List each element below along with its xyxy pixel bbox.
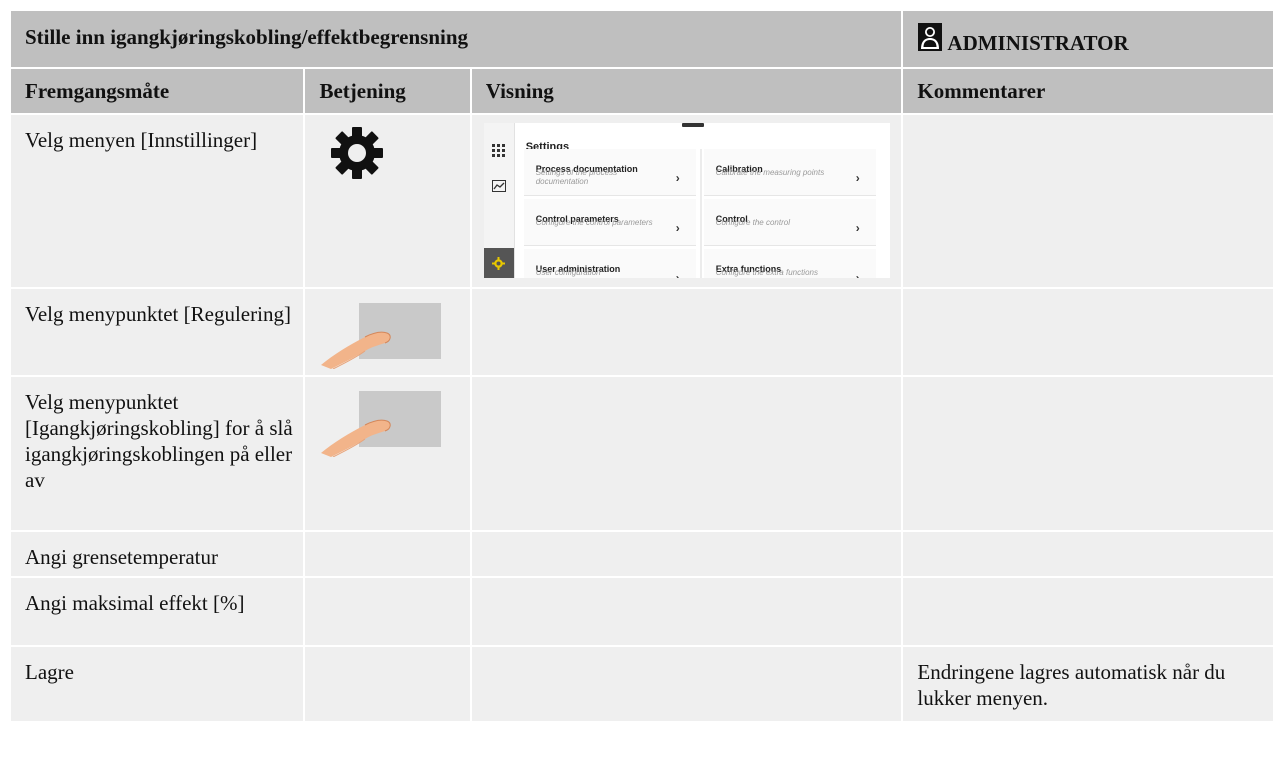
chevron-right-icon: › — [675, 171, 680, 185]
step-text: Angi grensetemperatur — [25, 545, 219, 569]
column-header-operation: Betjening — [319, 79, 406, 103]
column-header-comments: Kommentarer — [917, 79, 1046, 103]
column-header-procedure: Fremgangsmåte — [25, 79, 170, 103]
chevron-right-icon: › — [675, 221, 680, 235]
settings-gear-icon — [483, 248, 514, 278]
comment-text — [903, 115, 1273, 127]
chevron-right-icon: › — [675, 271, 680, 278]
title-row: Stille inn igangkjøringskobling/effektbe… — [11, 11, 1273, 67]
tile-subtitle: Settings of the process documentation — [535, 168, 618, 186]
table-row: Velg menypunktet [Igangkjøringskobling] … — [11, 377, 1273, 530]
tile-user-administration: User administration User configuration › — [523, 249, 696, 278]
chevron-right-icon: › — [855, 221, 860, 235]
tile-control-parameters: Control parameters Configure the control… — [523, 199, 696, 246]
tile-control: Control Configure the control › — [703, 199, 876, 246]
comment-text — [903, 578, 1273, 590]
gear-icon — [331, 127, 384, 179]
instruction-table: Stille inn igangkjøringskobling/effektbe… — [9, 9, 1275, 723]
table-row: Velg menypunktet [Regulering] — [11, 289, 1273, 375]
finger-tap-icon — [321, 391, 442, 458]
settings-screenshot: Settings Process documentation Settings … — [483, 123, 890, 278]
column-header-display: Visning — [485, 79, 554, 103]
chevron-right-icon: › — [855, 171, 860, 185]
comment-text — [903, 532, 1273, 544]
screenshot-sidebar — [483, 123, 515, 278]
tile-subtitle: Configure the control parameters — [535, 218, 653, 227]
apps-grid-icon — [484, 135, 514, 165]
role-cell: ADMINISTRATOR — [903, 11, 1273, 67]
tile-extra-functions: Extra functions Configure the extra func… — [703, 249, 876, 278]
tile-subtitle: Configure the control — [715, 218, 790, 227]
comment-text — [903, 377, 1273, 389]
user-role-icon — [918, 23, 943, 51]
column-header-row: Fremgangsmåte Betjening Visning Kommenta… — [11, 69, 1273, 113]
comment-text — [903, 289, 1273, 301]
step-text: Velg menyen [Innstillinger] — [25, 128, 258, 152]
instruction-page: Stille inn igangkjøringskobling/effektbe… — [9, 9, 1275, 723]
step-text: Velg menypunktet [Igangkjøringskobling] … — [25, 390, 293, 492]
finger-tap-icon — [321, 303, 442, 370]
title-cell: Stille inn igangkjøringskobling/effektbe… — [11, 11, 902, 67]
step-text: Velg menypunktet [Regulering] — [25, 302, 291, 326]
step-text: Angi maksimal effekt [%] — [25, 591, 245, 615]
tile-subtitle: Calibrate the measuring points — [715, 168, 825, 177]
tile-subtitle: User configuration — [535, 268, 601, 277]
chevron-right-icon: › — [855, 271, 860, 278]
table-row: Angi maksimal effekt [%] — [11, 578, 1273, 645]
step-text: Lagre — [25, 660, 74, 684]
tile-divider — [699, 149, 702, 278]
screenshot-top-handle — [681, 123, 704, 127]
table-row: Angi grensetemperatur — [11, 532, 1273, 576]
tile-calibration: Calibration Calibrate the measuring poin… — [703, 149, 876, 196]
chart-icon — [484, 171, 514, 201]
page-title: Stille inn igangkjøringskobling/effektbe… — [25, 25, 469, 49]
comment-text: Endringene lagres automatisk når du lukk… — [917, 660, 1226, 710]
tile-subtitle: Configure the extra functions — [715, 268, 818, 277]
table-row: Velg menyen [Innstillinger] Settings Pro… — [11, 115, 1273, 287]
tile-process-documentation: Process documentation Settings of the pr… — [523, 149, 696, 196]
table-row: Lagre Endringene lagres automatisk når d… — [11, 647, 1273, 721]
role-label: ADMINISTRATOR — [947, 31, 1129, 55]
